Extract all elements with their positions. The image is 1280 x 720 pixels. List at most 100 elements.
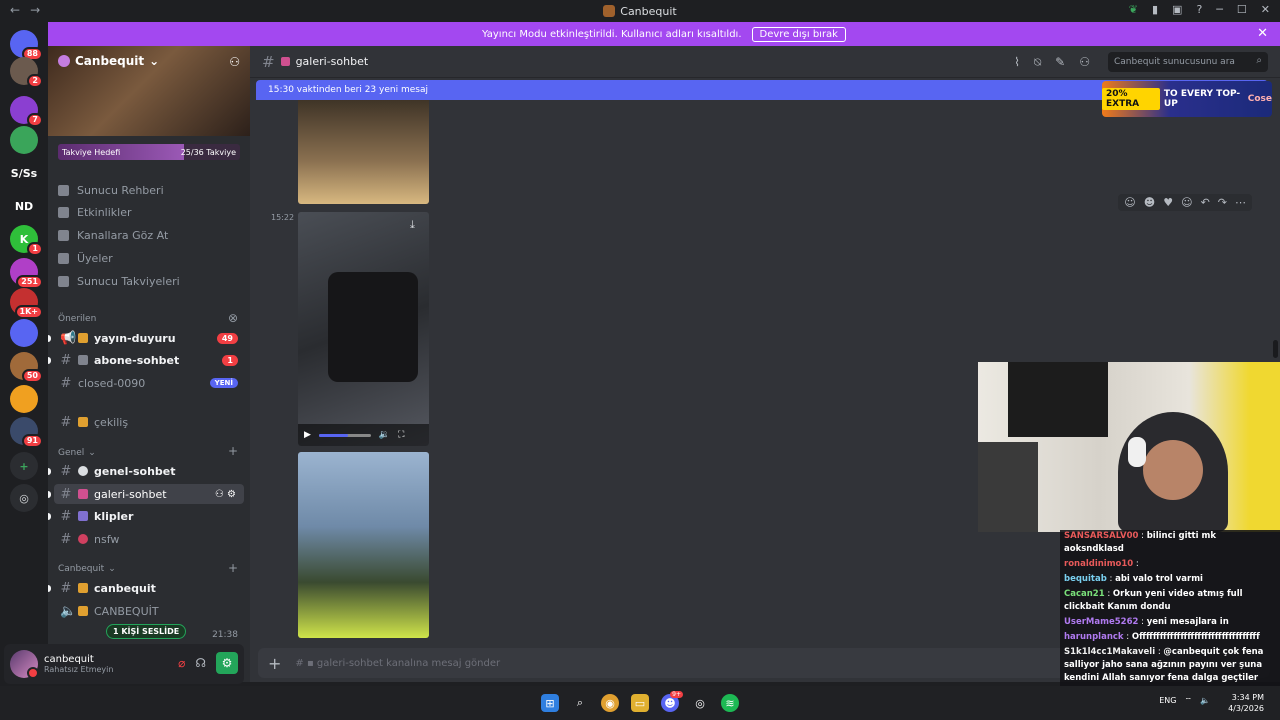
menu-members[interactable]: Üyeler — [58, 252, 113, 265]
user-settings-icon[interactable]: ⚙ — [216, 652, 238, 674]
upload-plus-icon[interactable]: + — [268, 654, 281, 673]
channel-genel-sohbet[interactable]: # genel-sohbet — [48, 461, 244, 481]
notification-badge: 2 — [27, 74, 43, 88]
discord-icon[interactable]: ☻ 9+ — [661, 691, 683, 712]
discover-icon[interactable]: ◎ — [10, 484, 38, 512]
language-indicator[interactable]: ENG — [1159, 696, 1176, 706]
react-emoji-icon[interactable]: ☺ — [1124, 196, 1135, 209]
add-server-icon[interactable]: + — [10, 452, 38, 480]
server-icon[interactable]: 1K+ — [10, 288, 43, 319]
threads-icon[interactable]: ⌇ — [1014, 55, 1020, 70]
chat-message: ronaldinimo10 : — [1064, 559, 1139, 569]
add-channel-icon[interactable]: + — [228, 444, 238, 458]
fullscreen-icon[interactable]: ⛶ — [398, 430, 404, 440]
member-list-icon[interactable]: ⚇ — [1079, 55, 1090, 70]
file-explorer-icon[interactable]: ▭ — [631, 694, 649, 712]
search-icon[interactable]: ⌕ — [571, 694, 589, 712]
server-icon[interactable] — [10, 126, 38, 154]
category-recommended[interactable]: Önerilen — [58, 314, 96, 324]
channel-canbequit[interactable]: # canbequit — [48, 578, 244, 598]
volume-icon[interactable]: 🔈 — [1200, 696, 1210, 706]
invite-people-icon[interactable]: ⚇ — [229, 55, 240, 69]
download-icon[interactable]: ⤓ — [410, 218, 415, 232]
server-icon[interactable]: 91 — [10, 417, 43, 448]
server-icon[interactable]: 50 — [10, 352, 43, 383]
microphone-muted-icon[interactable]: ⌀ — [178, 656, 185, 670]
voice-channel-canbequit[interactable]: 🔈 CANBEQUİT — [54, 601, 244, 621]
video-car-shape — [328, 272, 418, 382]
disable-streamer-mode-button[interactable]: Devre dışı bırak — [751, 26, 846, 42]
wifi-icon[interactable]: ⌔ — [1185, 696, 1193, 706]
channel-abone-sohbet[interactable]: # abone-sohbet 1 — [48, 350, 244, 370]
chrome-icon[interactable]: ◉ — [601, 694, 619, 712]
channel-cekilis[interactable]: # çekiliş — [54, 412, 244, 432]
menu-server-boosts[interactable]: Sunucu Takviyeleri — [58, 275, 180, 288]
channel-closed-0090[interactable]: # closed-0090 YENİ — [54, 373, 244, 393]
windows-start-icon[interactable]: ⊞ — [541, 694, 559, 712]
channel-klipler[interactable]: # klipler — [48, 506, 244, 526]
category-genel[interactable]: Genel ⌄ — [58, 448, 96, 458]
scrollbar-thumb[interactable] — [1273, 340, 1278, 358]
speaker-icon: 🔈 — [60, 603, 77, 619]
chevron-down-icon: ⌄ — [88, 448, 96, 458]
attachment-video[interactable]: ▶ 🔉 ⛶ — [298, 212, 429, 446]
forward-arrow-icon[interactable]: → — [30, 3, 40, 17]
forward-icon[interactable]: ↷ — [1218, 196, 1227, 209]
video-progress[interactable] — [318, 433, 371, 437]
server-icon[interactable] — [10, 319, 38, 347]
notification-badge: 7 — [27, 113, 43, 127]
headphones-icon[interactable]: ☊ — [195, 656, 206, 670]
server-icon[interactable] — [10, 385, 38, 413]
attachment-image[interactable] — [298, 96, 429, 204]
play-icon[interactable]: ▶ — [304, 430, 311, 440]
system-clock[interactable]: 3:34 PM 4/3/2026 — [1228, 692, 1264, 714]
server-icon[interactable]: ND — [10, 192, 38, 220]
volume-icon[interactable]: 🔉 — [379, 430, 390, 440]
server-logo-icon — [603, 5, 616, 17]
voice-occupancy-tag[interactable]: 1 KİŞİ SESLİDE — [106, 624, 187, 639]
search-input[interactable]: Canbequit sunucusunu ara ⌕ — [1108, 52, 1268, 72]
attachment-video[interactable] — [298, 452, 429, 638]
add-channel-icon[interactable]: + — [228, 561, 238, 575]
nitro-icon[interactable]: ❦ — [1129, 3, 1138, 16]
settings-icon[interactable]: ⚇ ⚙ — [215, 489, 236, 500]
channel-galeri-sohbet[interactable]: # galeri-sohbet ⚇ ⚙ — [48, 484, 244, 504]
notification-muted-icon[interactable]: ⍉ — [1034, 55, 1041, 70]
more-icon[interactable]: ⋯ — [1235, 196, 1246, 209]
dismiss-recommended-icon[interactable]: ⊗ — [228, 311, 238, 325]
server-icon[interactable]: K1 — [10, 225, 43, 256]
inbox-icon[interactable]: ▣ — [1172, 3, 1182, 16]
minimize-icon[interactable]: ─ — [1216, 3, 1223, 16]
obs-icon[interactable]: ◎ — [691, 694, 709, 712]
channel-yayin-duyuru[interactable]: 📢 yayın-duyuru 49 — [48, 328, 244, 348]
reply-icon[interactable]: ↶ — [1201, 196, 1210, 209]
ad-overlay[interactable]: 20% EXTRA TO EVERY TOP-UP Cose — [1102, 81, 1272, 117]
server-name[interactable]: Canbequit ⌄ — [58, 54, 159, 68]
user-info[interactable]: canbequit Rahatsız Etmeyin — [44, 654, 113, 674]
server-icon[interactable]: 7 — [10, 96, 43, 127]
boost-goal-bar[interactable]: Takviye Hedefi 25/36 Takviye — [58, 144, 240, 160]
maximize-icon[interactable]: ☐ — [1237, 3, 1247, 16]
close-window-icon[interactable]: ✕ — [1261, 3, 1270, 16]
avatar[interactable] — [10, 650, 39, 679]
banner-close-icon[interactable]: ✕ — [1257, 26, 1268, 41]
menu-server-guide[interactable]: Sunucu Rehberi — [58, 184, 164, 197]
menu-events[interactable]: Etkinlikler — [58, 206, 132, 219]
server-icon[interactable]: S/Ss — [10, 159, 38, 187]
bookmark-icon[interactable]: ▮ — [1152, 3, 1158, 16]
react-laugh-icon[interactable]: ☻ — [1144, 196, 1155, 209]
server-icon[interactable]: 88 — [10, 30, 43, 61]
spotify-icon[interactable]: ≋ — [721, 694, 739, 712]
back-arrow-icon[interactable]: ← — [10, 3, 20, 17]
category-canbequit[interactable]: Canbequit ⌄ — [58, 564, 116, 574]
server-icon[interactable]: 2 — [10, 57, 43, 88]
help-icon[interactable]: ? — [1196, 3, 1202, 16]
menu-browse-channels[interactable]: Kanallara Göz At — [58, 229, 168, 242]
react-heart-icon[interactable]: ♥ — [1163, 196, 1173, 209]
window-title: Canbequit — [603, 5, 677, 18]
add-reaction-icon[interactable]: ☺ — [1181, 196, 1192, 209]
server-banner[interactable]: Canbequit ⌄ ⚇ — [48, 46, 250, 136]
pin-icon[interactable]: ✎ — [1055, 55, 1065, 70]
server-icon[interactable]: 251 — [10, 258, 43, 289]
channel-nsfw[interactable]: # nsfw — [54, 529, 244, 549]
